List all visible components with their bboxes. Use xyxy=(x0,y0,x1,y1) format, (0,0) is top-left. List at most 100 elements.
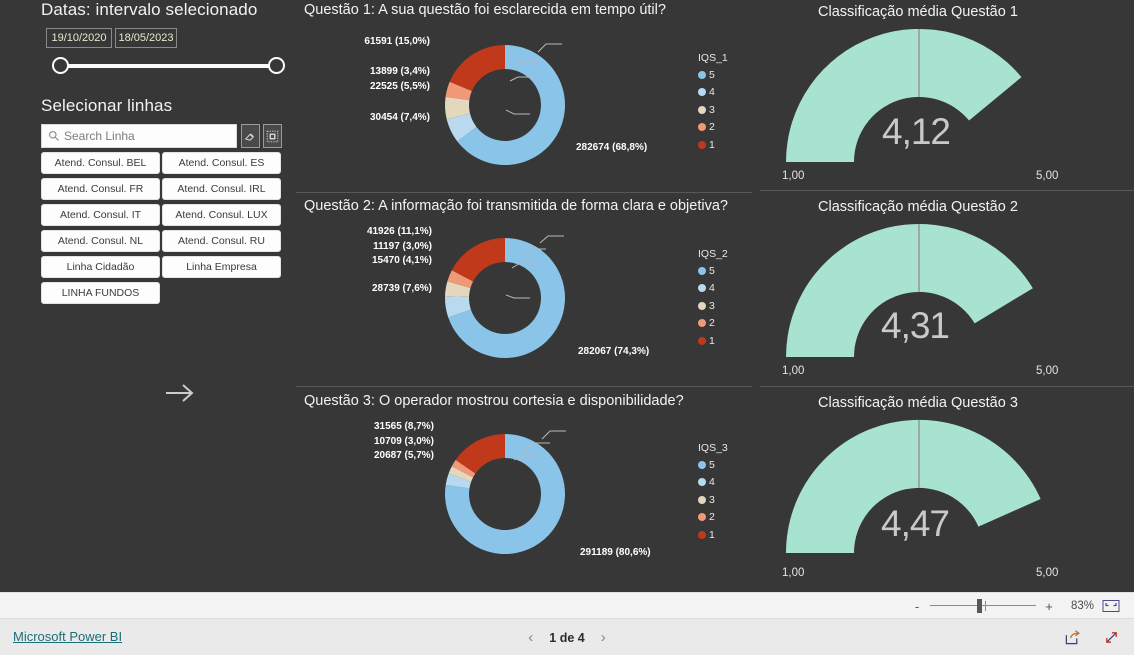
donut-chart-q1[interactable] xyxy=(430,30,580,180)
zoom-out-button[interactable]: - xyxy=(912,599,922,614)
leader-line-1 xyxy=(541,430,566,440)
legend-item[interactable]: 4 xyxy=(698,282,728,295)
chevron-left-icon[interactable]: ‹ xyxy=(528,629,533,646)
donut-label-q2-2: 11197 (3,0%) xyxy=(373,241,432,252)
slider-handle-left[interactable] xyxy=(52,57,69,74)
legend-color-dot xyxy=(698,105,706,114)
zoom-level-label: 83% xyxy=(1070,600,1094,612)
donut-tile-q2: Questão 2: A informação foi transmitida … xyxy=(296,193,752,386)
fit-to-page-icon[interactable] xyxy=(1102,598,1120,614)
search-input[interactable]: Search Linha xyxy=(41,124,237,148)
line-slicer-button[interactable]: Atend. Consul. BEL xyxy=(41,152,160,174)
power-bi-brand-link[interactable]: Microsoft Power BI xyxy=(13,629,122,644)
legend-item[interactable]: 3 xyxy=(698,493,728,506)
leader-line-4 xyxy=(505,109,530,115)
zoom-in-button[interactable]: + xyxy=(1044,599,1054,614)
legend-item-label: 5 xyxy=(709,68,715,81)
legend-item-label: 2 xyxy=(709,317,715,329)
line-slicer-button[interactable]: Atend. Consul. IT xyxy=(41,204,160,226)
legend-item[interactable]: 3 xyxy=(698,299,728,312)
donut-label-q3-2: 10709 (3,0%) xyxy=(373,436,434,447)
gauge-min-label-q1: 1,00 xyxy=(782,170,805,182)
gauge-title-q1: Classificação média Questão 1 xyxy=(818,4,1018,20)
legend-color-dot xyxy=(698,70,706,79)
date-range-slider[interactable] xyxy=(50,53,286,79)
slider-handle-right[interactable] xyxy=(268,57,285,74)
legend-item-label: 2 xyxy=(709,511,715,523)
gauge-tile-q2: Classificação média Questão 2 4,31 1,00 … xyxy=(760,191,1134,386)
line-slicer-button[interactable]: Atend. Consul. IRL xyxy=(162,178,281,200)
line-slicer-button[interactable]: Atend. Consul. FR xyxy=(41,178,160,200)
legend-item[interactable]: 2 xyxy=(698,121,728,134)
legend-item[interactable]: 1 xyxy=(698,138,728,151)
donut-label-q3-1: 31565 (8,7%) xyxy=(373,421,434,432)
legend-item-label: 4 xyxy=(709,282,715,294)
donut-label-q1-3: 22525 (5,5%) xyxy=(369,81,430,92)
gauge-title-q2: Classificação média Questão 2 xyxy=(818,199,1018,215)
donut-title-q2: Questão 2: A informação foi transmitida … xyxy=(304,198,728,214)
legend-item-label: 1 xyxy=(709,334,715,347)
donut-chart-q3[interactable] xyxy=(430,419,580,569)
line-slicer-button[interactable]: Atend. Consul. ES xyxy=(162,152,281,174)
legend-item[interactable]: 2 xyxy=(698,317,728,330)
arrow-right-icon[interactable] xyxy=(160,375,200,411)
legend-color-dot xyxy=(698,301,706,310)
dates-slicer-title: Datas: intervalo selecionado xyxy=(41,0,258,19)
legend-item[interactable]: 5 xyxy=(698,68,728,81)
eraser-icon[interactable] xyxy=(241,124,260,148)
legend-item[interactable]: 5 xyxy=(698,264,728,277)
legend-item[interactable]: 3 xyxy=(698,103,728,116)
legend-color-dot xyxy=(698,495,706,504)
legend-items-q2: 5 4 3 2 1 xyxy=(698,264,728,347)
zoom-slider[interactable] xyxy=(930,599,1036,613)
line-slicer-button[interactable]: Atend. Consul. RU xyxy=(162,230,281,252)
legend-item-label: 1 xyxy=(709,528,715,541)
legend-title-q2: IQS_2 xyxy=(698,248,728,260)
search-placeholder-text: Search Linha xyxy=(64,129,135,143)
fullscreen-icon[interactable] xyxy=(1103,629,1120,646)
donut-label-q2-3: 15470 (4,1%) xyxy=(371,255,432,266)
legend-item-label: 4 xyxy=(709,86,715,98)
donut-label-q1-2: 13899 (3,4%) xyxy=(369,66,430,77)
legend-items-q3: 5 4 3 2 1 xyxy=(698,458,728,541)
legend-item[interactable]: 4 xyxy=(698,476,728,489)
legend-item[interactable]: 5 xyxy=(698,458,728,471)
donut-label-q2-5: 282067 (74,3%) xyxy=(578,346,650,357)
gauge-title-q3: Classificação média Questão 3 xyxy=(818,395,1018,411)
gauge-max-label-q1: 5,00 xyxy=(1036,170,1059,182)
donut-label-q1-4: 30454 (7,4%) xyxy=(369,112,430,123)
chevron-right-icon[interactable]: › xyxy=(601,629,606,646)
gauge-tile-q1: Classificação média Questão 1 4,12 1,00 … xyxy=(760,0,1134,190)
zoom-slider-tick xyxy=(985,601,986,611)
legend-color-dot xyxy=(698,88,706,96)
legend-item[interactable]: 4 xyxy=(698,86,728,99)
donut-slice-1[interactable] xyxy=(449,44,505,92)
filter-panel: Datas: intervalo selecionado 19/10/2020 … xyxy=(0,0,288,592)
line-slicer-button[interactable]: Atend. Consul. NL xyxy=(41,230,160,252)
line-slicer-button[interactable]: Atend. Consul. LUX xyxy=(162,204,281,226)
focus-mode-icon[interactable] xyxy=(263,124,282,148)
legend-item-label: 3 xyxy=(709,299,715,312)
line-slicer-button[interactable]: Linha Empresa xyxy=(162,256,281,278)
date-to-input[interactable]: 18/05/2023 xyxy=(115,28,177,48)
slider-track xyxy=(60,64,276,68)
legend-item[interactable]: 1 xyxy=(698,334,728,347)
donut-tile-q1: Questão 1: A sua questão foi esclarecida… xyxy=(296,0,752,192)
gauge-max-label-q3: 5,00 xyxy=(1036,567,1059,579)
legend-color-dot xyxy=(698,266,706,275)
share-icon[interactable] xyxy=(1064,629,1081,646)
zoom-slider-thumb[interactable] xyxy=(977,599,982,613)
donut-chart-q2[interactable] xyxy=(430,223,580,373)
lines-slicer-buttons: Atend. Consul. BEL Atend. Consul. ES Atend… xyxy=(41,152,281,304)
legend-item-label: 2 xyxy=(709,121,715,133)
legend-item[interactable]: 2 xyxy=(698,511,728,524)
line-slicer-button[interactable]: Linha Cidadão xyxy=(41,256,160,278)
donut-title-q3: Questão 3: O operador mostrou cortesia e… xyxy=(304,393,684,409)
donut-label-q2-1: 41926 (11,1%) xyxy=(366,226,432,237)
date-from-input[interactable]: 19/10/2020 xyxy=(46,28,112,48)
donut-legend-q1: IQS_1 5 4 3 2 1 xyxy=(698,52,728,156)
line-slicer-button[interactable]: LINHA FUNDOS xyxy=(41,282,160,304)
donut-title-q1: Questão 1: A sua questão foi esclarecida… xyxy=(304,2,666,18)
legend-item[interactable]: 1 xyxy=(698,528,728,541)
gauge-max-label-q2: 5,00 xyxy=(1036,365,1059,377)
